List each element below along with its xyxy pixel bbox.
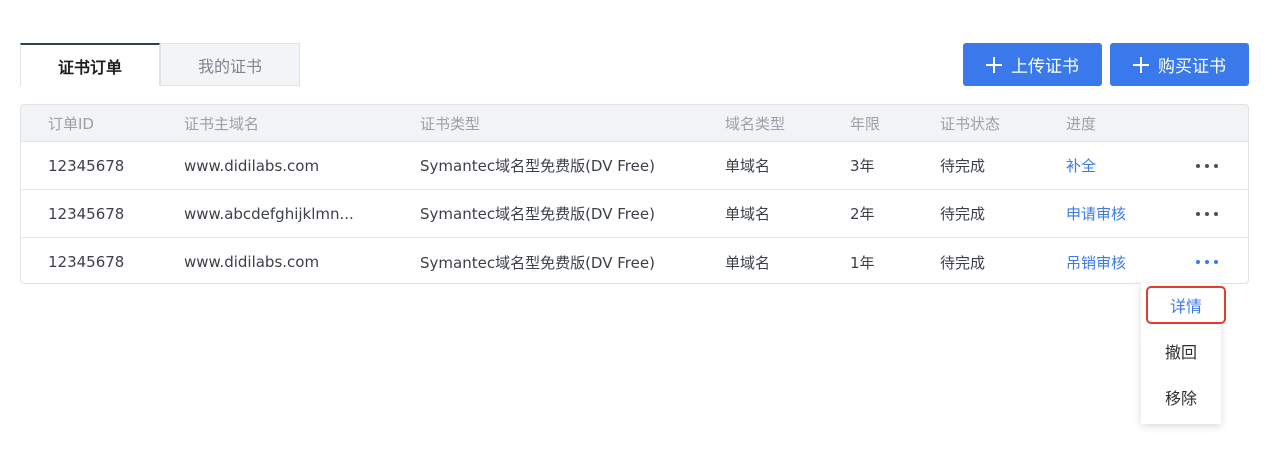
buy-certificate-label: 购买证书: [1158, 57, 1226, 77]
status-cell: 待完成: [940, 157, 986, 175]
domain-cell: www.didilabs.com: [184, 253, 320, 271]
domain-type-cell: 单域名: [725, 253, 771, 272]
row-actions-menu: 详情 撤回 移除: [1141, 283, 1226, 424]
certificate-page: 证书订单 我的证书 上传证书 购买证书 订单ID 证书主域名 证书类型 域名类型…: [0, 0, 1272, 450]
more-icon[interactable]: [1196, 260, 1218, 264]
order-id-cell: 12345678: [48, 204, 125, 223]
table-row: 12345678 www.abcdefghijklmn... Symantec域…: [21, 190, 1248, 238]
more-icon[interactable]: [1196, 211, 1218, 216]
order-id-cell: 12345678: [48, 156, 125, 175]
table-header: 订单ID 证书主域名 证书类型 域名类型 年限 证书状态 进度: [21, 105, 1248, 142]
column-header-status: 证书状态: [940, 114, 1001, 133]
tab-certificate-orders[interactable]: 证书订单: [20, 43, 160, 86]
column-header-domain: 证书主域名: [184, 114, 260, 133]
cert-type-cell: Symantec域名型免费版(DV Free): [420, 253, 655, 272]
cert-type-cell: Symantec域名型免费版(DV Free): [420, 157, 655, 175]
status-cell: 待完成: [940, 205, 986, 223]
more-icon[interactable]: [1196, 163, 1218, 168]
more-actions-cell: [1189, 190, 1225, 237]
buy-certificate-button[interactable]: 购买证书: [1110, 43, 1249, 86]
years-cell: 1年: [850, 253, 875, 272]
plus-icon: [986, 56, 1002, 73]
more-actions-cell: [1189, 142, 1225, 189]
table-row: 12345678 www.didilabs.com Symantec域名型免费版…: [21, 238, 1248, 283]
table-row: 12345678 www.didilabs.com Symantec域名型免费版…: [21, 142, 1248, 190]
column-header-order-id: 订单ID: [48, 114, 94, 133]
domain-type-cell: 单域名: [725, 157, 771, 175]
progress-link[interactable]: 吊销审核: [1066, 238, 1126, 283]
upload-certificate-button[interactable]: 上传证书: [963, 43, 1102, 86]
menu-item-detail[interactable]: 详情: [1146, 286, 1226, 324]
menu-item-withdraw[interactable]: 撤回: [1141, 331, 1221, 371]
domain-type-cell: 单域名: [725, 205, 771, 223]
domain-cell: www.abcdefghijklmn...: [184, 204, 354, 223]
column-header-cert-type: 证书类型: [420, 114, 481, 133]
upload-certificate-label: 上传证书: [1011, 57, 1079, 77]
status-cell: 待完成: [940, 253, 986, 272]
plus-icon: [1133, 56, 1149, 73]
tab-bar: 证书订单 我的证书: [20, 43, 300, 86]
domain-cell: www.didilabs.com: [184, 156, 320, 175]
years-cell: 3年: [850, 157, 875, 175]
tab-my-certificates[interactable]: 我的证书: [160, 43, 300, 86]
column-header-progress: 进度: [1066, 114, 1097, 133]
order-id-cell: 12345678: [48, 253, 125, 271]
column-header-years: 年限: [850, 114, 881, 133]
menu-item-remove[interactable]: 移除: [1141, 377, 1221, 417]
progress-link[interactable]: 补全: [1066, 142, 1096, 189]
years-cell: 2年: [850, 205, 875, 223]
cert-type-cell: Symantec域名型免费版(DV Free): [420, 205, 655, 223]
column-header-domain-type: 域名类型: [725, 114, 786, 133]
orders-table: 订单ID 证书主域名 证书类型 域名类型 年限 证书状态 进度 12345678…: [20, 104, 1249, 284]
progress-link[interactable]: 申请审核: [1066, 190, 1126, 237]
more-actions-cell: [1189, 238, 1225, 283]
